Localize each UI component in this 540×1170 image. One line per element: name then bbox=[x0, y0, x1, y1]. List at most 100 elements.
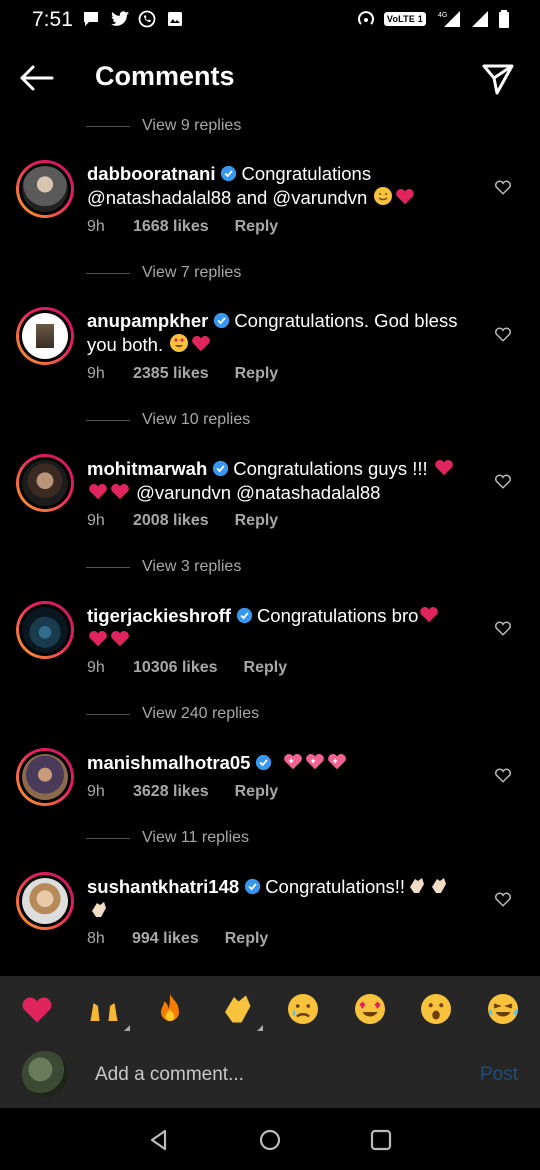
skin-tone-indicator bbox=[256, 1025, 263, 1031]
red-heart-emoji bbox=[111, 483, 129, 500]
notification-icons bbox=[82, 10, 184, 28]
comment-body: Congratulations guys !!! bbox=[233, 458, 428, 479]
reply-button[interactable]: Reply bbox=[225, 930, 269, 948]
avatar[interactable] bbox=[16, 160, 74, 218]
back-arrow-icon[interactable] bbox=[18, 60, 58, 96]
tears-of-joy-emoji-button[interactable] bbox=[483, 989, 523, 1029]
view-replies-label: View 7 replies bbox=[142, 264, 242, 281]
raising-hands-emoji-button[interactable] bbox=[84, 989, 130, 1031]
reply-button[interactable]: Reply bbox=[235, 512, 279, 530]
heart-eyes-emoji bbox=[170, 334, 189, 352]
verified-badge-icon bbox=[214, 312, 230, 329]
red-heart-emoji-button[interactable] bbox=[17, 989, 57, 1029]
red-heart-emoji bbox=[396, 188, 415, 205]
system-navigation-bar bbox=[0, 1108, 540, 1170]
view-replies-label: View 3 replies bbox=[142, 558, 242, 575]
verified-badge-icon bbox=[256, 754, 272, 771]
reply-button[interactable]: Reply bbox=[235, 783, 279, 801]
view-replies-button[interactable]: View 11 replies bbox=[86, 820, 249, 856]
comment-meta: 9h 10306 likes Reply bbox=[87, 659, 287, 677]
avatar[interactable] bbox=[16, 601, 74, 659]
share-send-icon[interactable] bbox=[480, 60, 516, 96]
comment-composer: Post bbox=[0, 1042, 540, 1108]
nav-recents-icon[interactable] bbox=[367, 1126, 395, 1154]
emoji-reaction-bar bbox=[0, 976, 540, 1042]
comment-text: sushantkhatri148 Congratulations!! bbox=[87, 874, 477, 922]
astonished-face-emoji-button[interactable] bbox=[416, 989, 456, 1029]
likes-count[interactable]: 2008 likes bbox=[133, 512, 209, 530]
view-replies-label: View 240 replies bbox=[142, 705, 260, 722]
comments-feed[interactable]: View 9 replies dabbooratnani Congratulati… bbox=[0, 108, 540, 974]
view-replies-button[interactable]: View 3 replies bbox=[86, 549, 241, 585]
hug-face-emoji bbox=[374, 187, 393, 205]
chat-notification-icon bbox=[82, 10, 100, 28]
heart-eyes-emoji-button[interactable] bbox=[350, 989, 390, 1029]
comment-time: 9h bbox=[87, 365, 105, 382]
comment-meta: 9h 3628 likes Reply bbox=[87, 783, 278, 801]
clapping-hands-emoji bbox=[432, 878, 447, 893]
status-bar: 7:51 VoLTE 1 4G bbox=[0, 0, 540, 40]
avatar[interactable] bbox=[16, 454, 74, 512]
like-heart-icon[interactable] bbox=[494, 472, 512, 490]
view-replies-button[interactable]: View 10 replies bbox=[86, 402, 250, 438]
likes-count[interactable]: 1668 likes bbox=[133, 218, 209, 236]
sparkling-heart-emoji bbox=[305, 753, 324, 770]
comment-meta: 9h 2008 likes Reply bbox=[87, 512, 278, 530]
nav-home-icon[interactable] bbox=[256, 1126, 284, 1154]
image-notification-icon bbox=[166, 10, 184, 28]
avatar[interactable] bbox=[16, 307, 74, 365]
view-replies-label: View 11 replies bbox=[142, 829, 250, 846]
comment-meta: 9h 1668 likes Reply bbox=[87, 218, 278, 236]
comment-username[interactable]: tigerjackieshroff bbox=[87, 605, 231, 626]
comment-text: anupampkher Congratulations. God bless yo… bbox=[87, 309, 477, 356]
likes-count[interactable]: 10306 likes bbox=[133, 659, 218, 677]
top-bar: Comments bbox=[0, 40, 540, 116]
replies-divider bbox=[86, 566, 130, 568]
comment-username[interactable]: sushantkhatri148 bbox=[87, 876, 239, 897]
fire-emoji-button[interactable] bbox=[150, 989, 190, 1029]
volte-badge: VoLTE 1 bbox=[383, 12, 426, 26]
like-heart-icon[interactable] bbox=[494, 890, 512, 908]
view-replies-button[interactable]: View 240 replies bbox=[86, 696, 259, 732]
red-heart-emoji bbox=[192, 335, 211, 352]
view-replies-button[interactable]: View 7 replies bbox=[86, 255, 241, 291]
clapping-hands-emoji bbox=[410, 878, 425, 893]
red-heart-emoji bbox=[89, 630, 107, 647]
current-user-avatar bbox=[22, 1051, 68, 1097]
like-heart-icon[interactable] bbox=[494, 619, 512, 637]
comment-username[interactable]: dabbooratnani bbox=[87, 163, 215, 184]
comment-time: 9h bbox=[87, 512, 105, 529]
likes-count[interactable]: 994 likes bbox=[132, 930, 199, 948]
like-heart-icon[interactable] bbox=[494, 178, 512, 196]
view-replies-label: View 9 replies bbox=[142, 117, 242, 134]
svg-text:4G: 4G bbox=[438, 12, 447, 19]
comment-username[interactable]: anupampkher bbox=[87, 310, 208, 331]
view-replies-button[interactable]: View 9 replies bbox=[86, 108, 241, 144]
comment-mentions: @varundvn @natashadalal88 bbox=[136, 482, 381, 503]
avatar[interactable] bbox=[16, 748, 74, 806]
comment-username[interactable]: manishmalhotra05 bbox=[87, 752, 250, 773]
skin-tone-indicator bbox=[123, 1025, 130, 1031]
reply-button[interactable]: Reply bbox=[235, 365, 279, 383]
comment-input[interactable] bbox=[95, 1058, 455, 1092]
likes-count[interactable]: 3628 likes bbox=[133, 783, 209, 801]
nav-back-icon[interactable] bbox=[145, 1126, 173, 1154]
signal-icon bbox=[472, 11, 488, 27]
comment-body: Congratulations bro bbox=[256, 605, 419, 626]
reply-button[interactable]: Reply bbox=[235, 218, 279, 236]
like-heart-icon[interactable] bbox=[494, 325, 512, 343]
red-heart-emoji bbox=[89, 483, 107, 500]
avatar[interactable] bbox=[16, 872, 74, 930]
comment-text: mohitmarwah Congratulations guys !!! @var… bbox=[87, 456, 477, 504]
clapping-hands-emoji bbox=[92, 902, 106, 917]
crying-face-emoji-button[interactable] bbox=[283, 989, 323, 1029]
comment-username[interactable]: mohitmarwah bbox=[87, 458, 207, 479]
reply-button[interactable]: Reply bbox=[244, 659, 288, 677]
comment-time: 9h bbox=[87, 783, 105, 800]
like-heart-icon[interactable] bbox=[494, 766, 512, 784]
post-button[interactable]: Post bbox=[480, 1064, 518, 1086]
replies-divider bbox=[86, 419, 130, 421]
status-time: 7:51 bbox=[32, 8, 73, 31]
likes-count[interactable]: 2385 likes bbox=[133, 365, 209, 383]
clapping-hands-emoji-button[interactable] bbox=[217, 989, 263, 1031]
